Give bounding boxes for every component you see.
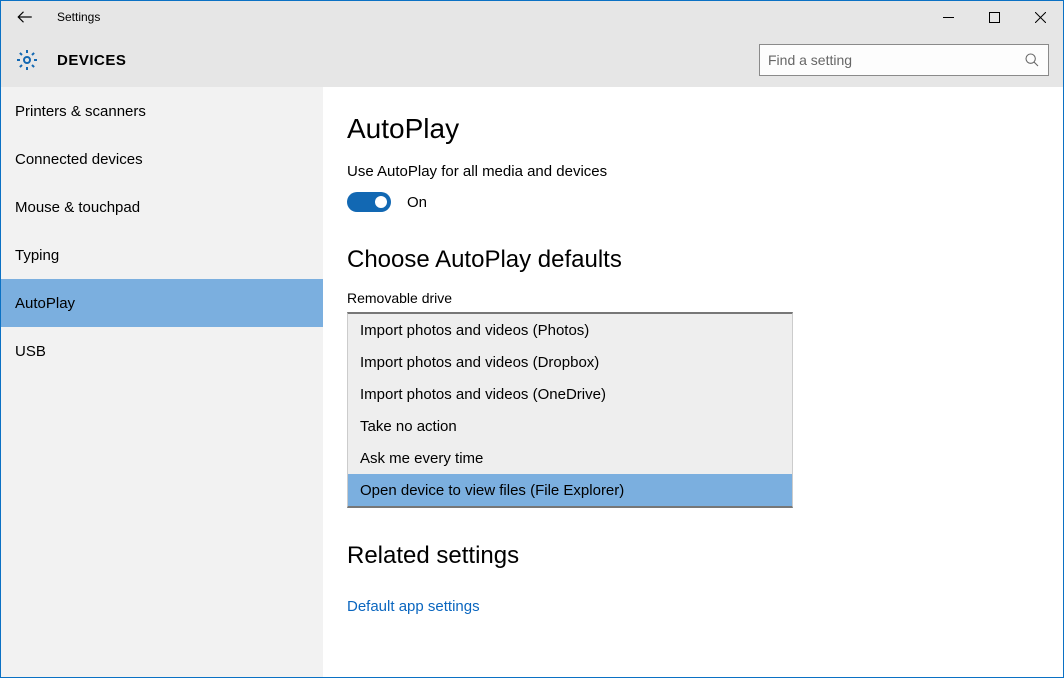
sidebar-item-label: Mouse & touchpad [15, 199, 140, 216]
dropdown-option-label: Import photos and videos (OneDrive) [360, 386, 606, 403]
toggle-state-label: On [407, 194, 427, 211]
back-button[interactable] [1, 1, 49, 33]
autoplay-toggle-row: On [347, 192, 1063, 212]
dropdown-option-label: Import photos and videos (Dropbox) [360, 354, 599, 371]
sidebar-item-label: Printers & scanners [15, 103, 146, 120]
sidebar-item-label: USB [15, 343, 46, 360]
sidebar-item-mouse-touchpad[interactable]: Mouse & touchpad [1, 183, 323, 231]
header: DEVICES [1, 33, 1063, 87]
dropdown-option-label: Ask me every time [360, 450, 483, 467]
default-app-settings-link[interactable]: Default app settings [347, 598, 480, 615]
dropdown-option-dropbox[interactable]: Import photos and videos (Dropbox) [348, 346, 792, 378]
search-icon [1024, 52, 1040, 68]
sidebar-item-usb[interactable]: USB [1, 327, 323, 375]
removable-drive-dropdown[interactable]: Import photos and videos (Photos) Import… [347, 312, 793, 508]
body: Printers & scanners Connected devices Mo… [1, 87, 1063, 677]
minimize-button[interactable] [925, 1, 971, 33]
dropdown-option-ask[interactable]: Ask me every time [348, 442, 792, 474]
sidebar-item-connected-devices[interactable]: Connected devices [1, 135, 323, 183]
close-icon [1035, 12, 1046, 23]
sidebar-item-autoplay[interactable]: AutoPlay [1, 279, 323, 327]
back-arrow-icon [16, 8, 34, 26]
sidebar-item-typing[interactable]: Typing [1, 231, 323, 279]
category-title: DEVICES [57, 52, 126, 69]
close-button[interactable] [1017, 1, 1063, 33]
content-area: AutoPlay Use AutoPlay for all media and … [323, 87, 1063, 677]
section-title-related: Related settings [347, 542, 1063, 570]
search-input[interactable] [768, 52, 1024, 68]
maximize-icon [989, 12, 1000, 23]
minimize-icon [943, 12, 954, 23]
removable-drive-label: Removable drive [347, 290, 1063, 306]
page-title: AutoPlay [347, 113, 1063, 145]
sidebar-item-label: Typing [15, 247, 59, 264]
sidebar-item-printers-scanners[interactable]: Printers & scanners [1, 87, 323, 135]
dropdown-option-file-explorer[interactable]: Open device to view files (File Explorer… [348, 474, 792, 506]
titlebar: Settings [1, 1, 1063, 33]
section-title-defaults: Choose AutoPlay defaults [347, 246, 1063, 274]
sidebar-item-label: AutoPlay [15, 295, 75, 312]
toggle-knob-icon [375, 196, 387, 208]
dropdown-option-label: Import photos and videos (Photos) [360, 322, 589, 339]
sidebar: Printers & scanners Connected devices Mo… [1, 87, 323, 677]
search-box[interactable] [759, 44, 1049, 76]
gear-icon [15, 48, 39, 72]
window-title: Settings [49, 10, 100, 24]
autoplay-toggle-label: Use AutoPlay for all media and devices [347, 163, 1063, 180]
dropdown-option-label: Open device to view files (File Explorer… [360, 482, 624, 499]
header-left: DEVICES [15, 48, 126, 72]
dropdown-option-photos[interactable]: Import photos and videos (Photos) [348, 314, 792, 346]
dropdown-option-onedrive[interactable]: Import photos and videos (OneDrive) [348, 378, 792, 410]
maximize-button[interactable] [971, 1, 1017, 33]
window-controls [925, 1, 1063, 33]
titlebar-left: Settings [1, 1, 100, 33]
autoplay-toggle[interactable] [347, 192, 391, 212]
sidebar-item-label: Connected devices [15, 151, 143, 168]
dropdown-option-noaction[interactable]: Take no action [348, 410, 792, 442]
dropdown-option-label: Take no action [360, 418, 457, 435]
